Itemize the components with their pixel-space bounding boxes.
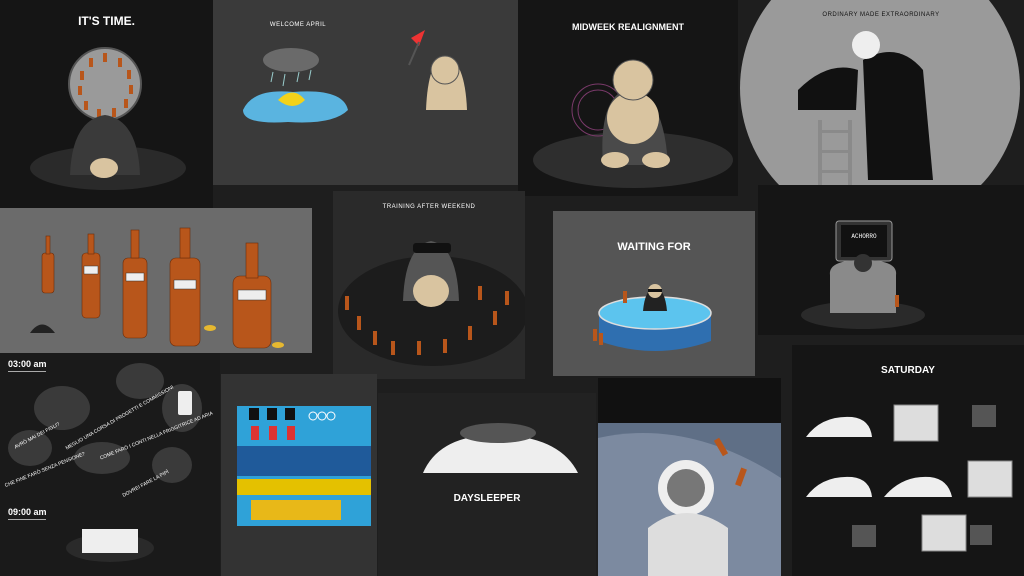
panel-title: TRAINING AFTER WEEKEND	[382, 204, 476, 210]
panel-title: IT'S TIME.	[78, 14, 135, 28]
beer-bottles	[30, 227, 284, 349]
panel-title: WELCOME APRIL	[269, 22, 327, 28]
panel-welcome-april[interactable]: WELCOME APRIL	[213, 0, 518, 185]
tv-screen-text: ACHORRO	[851, 233, 877, 240]
panel-saturday[interactable]: SATURDAY	[792, 345, 1024, 576]
time-divider	[8, 371, 46, 372]
panel-beers[interactable]	[0, 208, 312, 353]
sleeper-illustration	[423, 423, 578, 473]
time-start: 03:00 am	[8, 359, 47, 369]
panel-night[interactable]: 03:00 am AVRÒ MAI DEI FIGLI? MEGLIO UNA …	[0, 353, 220, 576]
panel-midweek[interactable]: MIDWEEK REALIGNMENT	[518, 0, 738, 196]
panel-its-time[interactable]: IT'S TIME.	[0, 0, 213, 208]
time-divider	[8, 519, 46, 520]
panel-tv[interactable]: ACHORRO	[758, 185, 1024, 335]
panel-title: ORDINARY MADE EXTRAORDINARY	[822, 12, 940, 18]
panel-title: SATURDAY	[881, 365, 935, 376]
panel-training[interactable]: TRAINING AFTER WEEKEND	[333, 191, 525, 379]
panel-ordinary[interactable]: ORDINARY MADE EXTRAORDINARY	[738, 0, 1024, 200]
panel-title: MIDWEEK REALIGNMENT	[572, 22, 684, 32]
circle-background	[740, 0, 1020, 200]
panel-daysleeper[interactable]: DAYSLEEPER	[378, 393, 596, 576]
clock-illustration	[30, 47, 186, 190]
panel-title: DAYSLEEPER	[453, 493, 521, 504]
panel-olympics[interactable]	[221, 374, 377, 576]
panel-astronaut[interactable]	[598, 378, 781, 576]
astronaut-illustration	[598, 423, 781, 576]
time-end: 09:00 am	[8, 507, 47, 517]
olympics-pool-illustration	[237, 406, 371, 526]
gorilla-beer-circle	[338, 241, 525, 366]
thought-bubbles	[8, 363, 202, 562]
panel-title: WAITING FOR	[617, 241, 691, 253]
panel-waiting[interactable]: WAITING FOR	[553, 211, 755, 376]
pool-illustration	[593, 284, 712, 351]
saturday-grid	[806, 404, 1013, 552]
tv-armchair-illustration	[801, 220, 925, 329]
